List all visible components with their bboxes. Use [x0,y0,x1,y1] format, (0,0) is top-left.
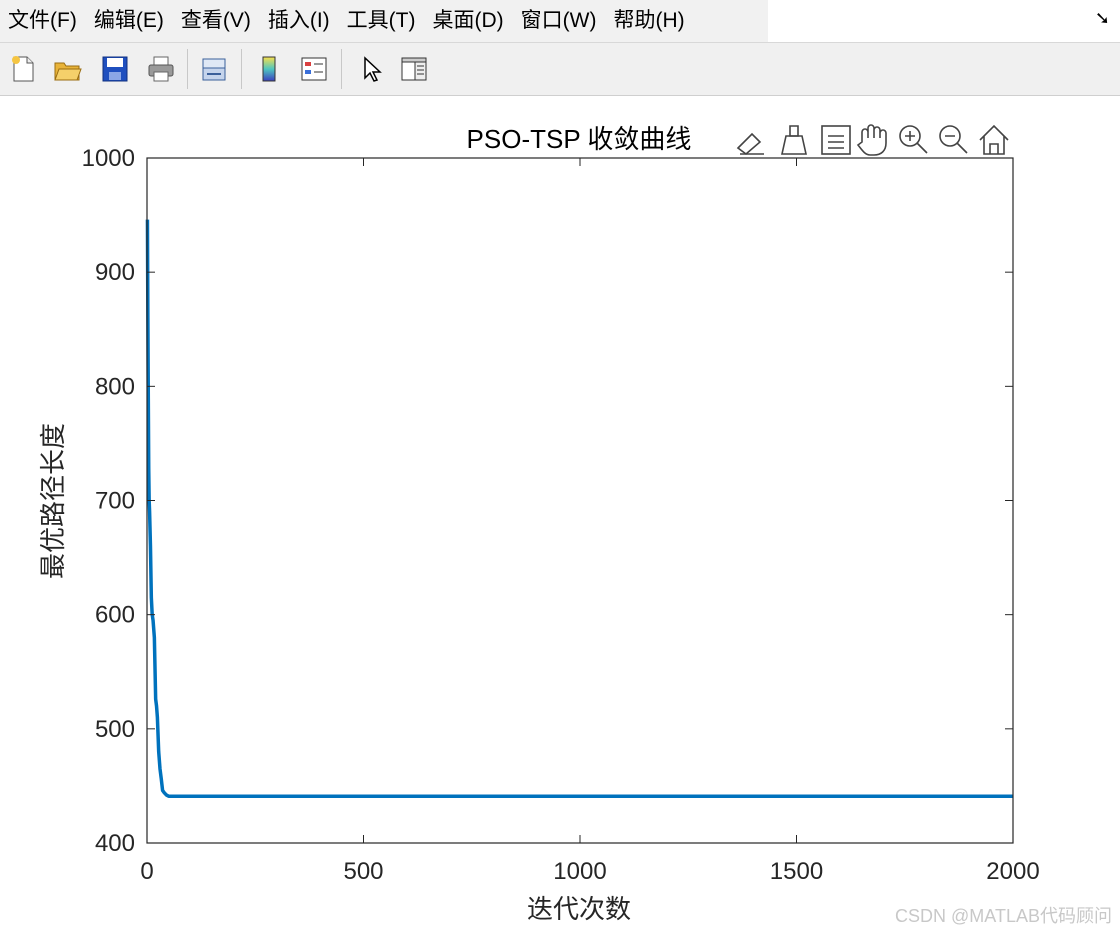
x-tick-label: 0 [140,858,153,885]
toolbar-separator [241,49,242,89]
insert-legend-icon[interactable] [297,52,331,86]
y-tick-label: 400 [95,830,135,857]
open-file-icon[interactable] [50,52,84,86]
home-icon[interactable] [979,124,1009,155]
menu-bar: 文件(F) 编辑(E) 查看(V) 插入(I) 工具(T) 桌面(D) 窗口(W) 帮助(H)… [0,0,1120,43]
watermark: CSDN @MATLAB代码顾问 [895,906,1112,926]
y-tick-label: 800 [95,373,135,400]
x-axis-label: 迭代次数 [527,894,631,924]
y-tick-label: 900 [95,259,135,286]
toolbar-separator [187,49,188,89]
link-plot-icon[interactable] [197,52,231,86]
menu-item[interactable]: 插入(I) [260,0,339,42]
toolbar-separator [341,49,342,89]
dock-arrow-icon[interactable]: ➘ [1095,8,1110,29]
export-icon[interactable] [736,132,764,156]
x-tick-label: 1500 [770,858,823,885]
axes-frame [147,158,1013,843]
axes-toolbar [736,124,1009,156]
figure-canvas: 0 500 1000 1500 2000 400 500 600 700 800 900 1000 P… [0,96,1120,936]
plot-area[interactable] [147,158,1013,843]
menu-item[interactable]: 文件(F) [0,0,86,42]
figure-toolbar [0,43,1120,96]
zoom-out-icon[interactable] [939,125,968,154]
menu-item[interactable]: 桌面(D) [424,0,512,42]
new-figure-icon[interactable] [6,52,40,86]
menu-item[interactable]: 编辑(E) [86,0,173,42]
y-tick-label: 500 [95,716,135,743]
menu-item[interactable]: 帮助(H) [605,0,693,42]
edit-plot-pointer-icon[interactable] [354,52,388,86]
menu-item[interactable]: 窗口(W) [513,0,606,42]
insert-colorbar-icon[interactable] [252,52,286,86]
print-icon[interactable] [144,52,178,86]
menu-item[interactable]: 查看(V) [173,0,260,42]
zoom-in-icon[interactable] [899,125,928,154]
save-icon[interactable] [98,52,132,86]
brush-icon[interactable] [781,125,807,155]
y-axis-label: 最优路径长度 [38,423,68,579]
y-tick-label: 1000 [82,145,135,172]
data-tips-icon[interactable] [821,125,851,155]
y-tick-label: 600 [95,602,135,629]
pan-hand-icon[interactable] [856,124,887,156]
x-tick-label: 2000 [986,858,1039,885]
menu-items: 文件(F) 编辑(E) 查看(V) 插入(I) 工具(T) 桌面(D) 窗口(W) 帮助(H) [0,0,768,42]
chart-title: PSO-TSP 收敛曲线 [467,124,692,154]
y-tick-label: 700 [95,488,135,515]
x-tick-label: 500 [343,858,383,885]
menu-item[interactable]: 工具(T) [339,0,425,42]
chart-svg: 0 500 1000 1500 2000 400 500 600 700 800 900 1000 P… [38,124,1040,924]
property-inspector-icon[interactable] [397,52,431,86]
x-tick-label: 1000 [553,858,606,885]
